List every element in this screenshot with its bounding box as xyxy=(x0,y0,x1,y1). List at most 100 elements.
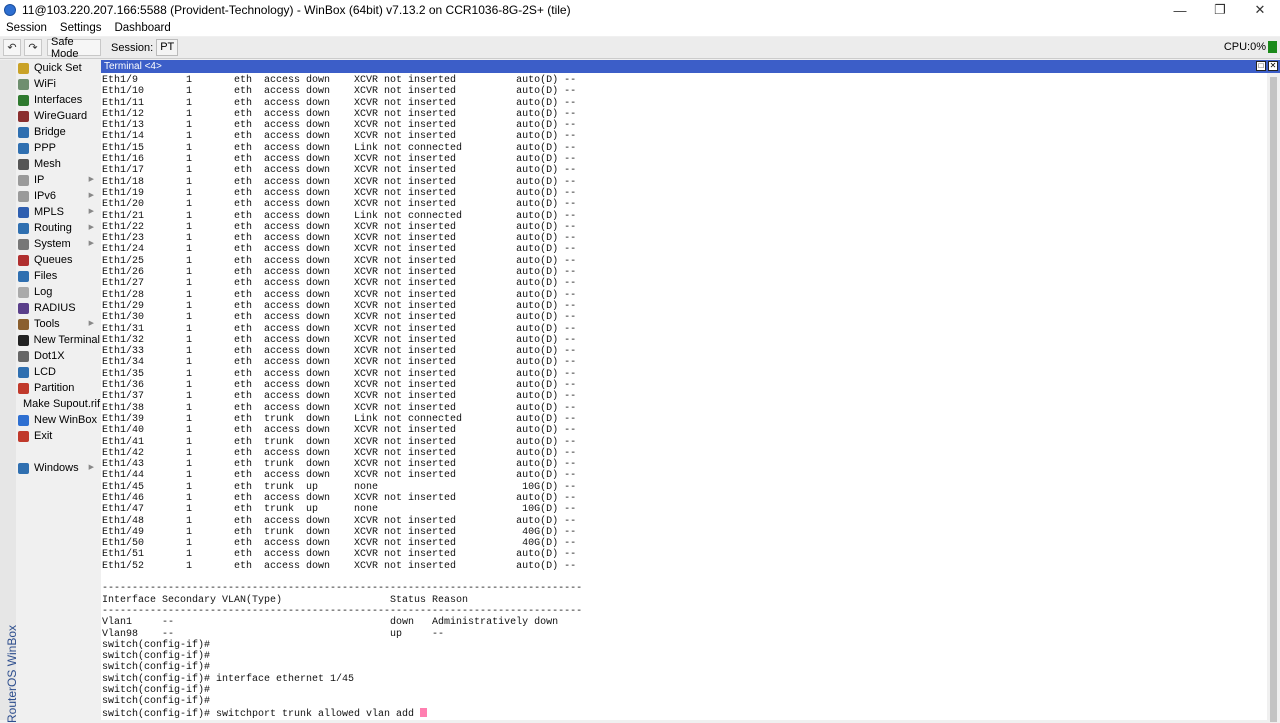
bridge-icon xyxy=(18,126,29,138)
submenu-arrow-icon: ▶ xyxy=(88,464,94,471)
safe-mode-button[interactable]: Safe Mode xyxy=(47,36,101,60)
session-label: Session: xyxy=(111,41,154,54)
window-titlebar: 11@103.220.207.166:5588 (Provident-Techn… xyxy=(0,0,1280,20)
sidebar-item-mesh[interactable]: Mesh xyxy=(16,156,100,172)
window-title: 11@103.220.207.166:5588 (Provident-Techn… xyxy=(22,3,571,17)
redo-icon[interactable]: ↷ xyxy=(24,39,42,56)
sidebar-item-files[interactable]: Files xyxy=(16,268,100,284)
scrollbar-thumb[interactable] xyxy=(1270,77,1277,722)
sidebar-item-new-winbox[interactable]: New WinBox xyxy=(16,412,100,428)
windows-icon xyxy=(18,462,29,474)
sidebar-item-label: Bridge xyxy=(34,126,66,138)
sidebar-item-lcd[interactable]: LCD xyxy=(16,364,100,380)
submenu-arrow-icon: ▶ xyxy=(88,192,94,199)
wand-icon xyxy=(18,62,29,74)
routing-icon xyxy=(18,222,29,234)
sidebar-item-radius[interactable]: RADIUS xyxy=(16,300,100,316)
sidebar-item-label: Routing xyxy=(34,222,72,234)
sidebar-item-label: IPv6 xyxy=(34,190,57,202)
system-icon xyxy=(18,238,29,250)
submenu-arrow-icon: ▶ xyxy=(88,240,94,247)
sidebar-item-ipv6[interactable]: IPv6 ▶ xyxy=(16,188,100,204)
submenu-arrow-icon: ▶ xyxy=(88,224,94,231)
tools-icon xyxy=(18,318,29,330)
sidebar-item-label: Files xyxy=(34,270,58,282)
cpu-indicator xyxy=(1268,41,1277,53)
sidebar-menu: Quick Set WiFi Interfaces WireGuard Bridge PP… xyxy=(16,60,100,720)
ppp-icon xyxy=(18,142,29,154)
terminal-window-header: Terminal <4> □ ✕ xyxy=(101,60,1280,73)
lcd-icon xyxy=(18,366,29,378)
menu-session[interactable]: Session xyxy=(6,22,47,34)
sidebar-item-mpls[interactable]: MPLS ▶ xyxy=(16,204,100,220)
undo-icon[interactable]: ↶ xyxy=(3,39,21,56)
mpls-icon xyxy=(18,206,29,218)
sidebar-item-label: Make Supout.rif xyxy=(23,398,101,410)
sidebar-item-wifi[interactable]: WiFi xyxy=(16,76,100,92)
sidebar-item-label: Dot1X xyxy=(34,350,65,362)
sidebar-item-label: LCD xyxy=(34,366,57,378)
ip-icon xyxy=(18,174,29,186)
terminal-scrollbar[interactable] xyxy=(1267,73,1280,722)
sidebar-item-label: System xyxy=(34,238,71,250)
sidebar-item-label: PPP xyxy=(34,142,57,154)
session-value[interactable]: PT xyxy=(156,39,179,56)
mesh-icon xyxy=(18,158,29,170)
close-terminal-icon[interactable]: ✕ xyxy=(1268,61,1278,71)
ipv6-icon xyxy=(18,190,29,202)
submenu-arrow-icon: ▶ xyxy=(88,176,94,183)
sidebar-item-label: Interfaces xyxy=(34,94,83,106)
sidebar-item-exit[interactable]: Exit xyxy=(16,428,100,444)
sidebar-item-system[interactable]: System ▶ xyxy=(16,236,100,252)
winbox-icon xyxy=(18,414,29,426)
sidebar-item-log[interactable]: Log xyxy=(16,284,100,300)
cpu-load: CPU:0% xyxy=(1223,41,1266,53)
sidebar-item-label: New WinBox xyxy=(34,414,97,426)
sidebar-item-queues[interactable]: Queues xyxy=(16,252,100,268)
sidebar-item-bridge[interactable]: Bridge xyxy=(16,124,100,140)
sidebar-item-label: Tools xyxy=(34,318,60,330)
partition-icon xyxy=(18,382,29,394)
menu-settings[interactable]: Settings xyxy=(60,22,102,34)
sidebar-item-label: RADIUS xyxy=(34,302,76,314)
sidebar-item-new-terminal[interactable]: New Terminal xyxy=(16,332,100,348)
sidebar-item-label: Queues xyxy=(34,254,73,266)
submenu-arrow-icon: ▶ xyxy=(88,208,94,215)
sidebar-item-label: IP xyxy=(34,174,45,186)
exit-icon xyxy=(18,430,29,442)
sidebar-item-label: Windows xyxy=(34,462,79,474)
interfaces-icon xyxy=(18,94,29,106)
sidebar-item-label: Mesh xyxy=(34,158,61,170)
menu-bar: Session Settings Dashboard xyxy=(0,20,1280,36)
sidebar-item-ip[interactable]: IP ▶ xyxy=(16,172,100,188)
sidebar-item-windows[interactable]: Windows ▶ xyxy=(16,460,100,476)
sidebar-item-routing[interactable]: Routing ▶ xyxy=(16,220,100,236)
restore-icon[interactable]: □ xyxy=(1256,61,1266,71)
menu-dashboard[interactable]: Dashboard xyxy=(114,22,170,34)
sidebar-item-make-supout-rif[interactable]: Make Supout.rif xyxy=(16,396,100,412)
sidebar-item-label: Exit xyxy=(34,430,53,442)
sidebar-item-label: Partition xyxy=(34,382,75,394)
close-icon[interactable]: ✕ xyxy=(1240,0,1280,20)
sidebar-item-interfaces[interactable]: Interfaces xyxy=(16,92,100,108)
minimize-icon[interactable]: — xyxy=(1160,0,1200,20)
window-controls: — ❐ ✕ xyxy=(1160,0,1280,20)
brand-strip: RouterOS WinBox xyxy=(0,60,19,723)
wifi-icon xyxy=(18,78,29,90)
toolbar: ↶ ↷ Safe Mode Session: PT CPU:0% xyxy=(0,36,1280,60)
sidebar-item-label: Log xyxy=(34,286,53,298)
sidebar-item-quick-set[interactable]: Quick Set xyxy=(16,60,100,76)
maximize-icon[interactable]: ❐ xyxy=(1200,0,1240,20)
sidebar-item-partition[interactable]: Partition xyxy=(16,380,100,396)
sidebar-item-dot1x[interactable]: Dot1X xyxy=(16,348,100,364)
sidebar-item-wireguard[interactable]: WireGuard xyxy=(16,108,100,124)
terminal-icon xyxy=(18,334,29,346)
sidebar-item-label: WireGuard xyxy=(34,110,88,122)
sidebar-item-label: Quick Set xyxy=(34,62,82,74)
sidebar-item-ppp[interactable]: PPP xyxy=(16,140,100,156)
queues-icon xyxy=(18,254,29,266)
sidebar-item-tools[interactable]: Tools ▶ xyxy=(16,316,100,332)
terminal-output[interactable]: Eth1/9 1 eth access down XCVR not insert… xyxy=(101,73,1267,720)
terminal-title: Terminal <4> xyxy=(104,61,162,72)
